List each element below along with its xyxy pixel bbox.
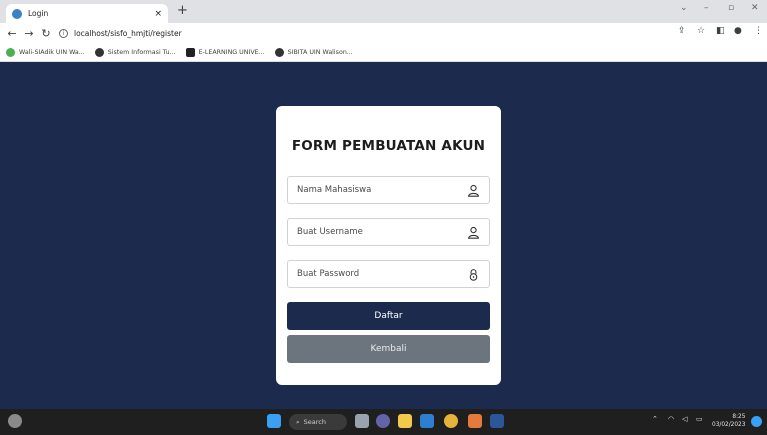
bookmark-item[interactable]: SIBITA UIN Walison... bbox=[274, 47, 353, 57]
new-tab-button[interactable]: + bbox=[177, 4, 188, 18]
url-field[interactable]: i localhost/sisfo_hmjti/register bbox=[59, 28, 182, 38]
volume-icon[interactable]: ◁ bbox=[682, 415, 687, 423]
sidebar-icon[interactable]: ◧ bbox=[716, 26, 725, 36]
bookmarks-bar: Wali-SIAdik UIN Wa... Sistem Informasi T… bbox=[0, 43, 767, 62]
weather-icon[interactable] bbox=[8, 414, 22, 428]
maximize-icon[interactable]: ▫ bbox=[728, 3, 734, 13]
share-icon[interactable]: ⇪ bbox=[678, 26, 686, 36]
browser-tab-bar: Login × + ⌄ – ▫ ✕ bbox=[0, 0, 767, 23]
bookmark-label: E-LEARNING UNIVE... bbox=[198, 48, 265, 56]
browser-tab[interactable]: Login × bbox=[6, 4, 168, 23]
bookmark-item[interactable]: E-LEARNING UNIVE... bbox=[185, 47, 265, 57]
tray-chevron-icon[interactable]: ⌃ bbox=[652, 415, 658, 423]
bookmark-item[interactable]: Wali-SIAdik UIN Wa... bbox=[6, 47, 85, 57]
bookmark-favicon-icon bbox=[6, 47, 15, 57]
clock[interactable]: 8:25 03/02/2023 bbox=[712, 413, 745, 429]
reload-icon[interactable]: ↻ bbox=[41, 27, 51, 40]
close-window-icon[interactable]: ✕ bbox=[751, 3, 759, 13]
username-input[interactable] bbox=[297, 227, 466, 237]
taskbar-search[interactable]: ⌕ Search bbox=[289, 414, 347, 430]
file-explorer-icon[interactable] bbox=[398, 414, 412, 428]
search-icon: ⌕ bbox=[296, 417, 300, 426]
register-card: FORM PEMBUATAN AKUN Daftar Kembali bbox=[276, 106, 501, 385]
address-bar: ← → ↻ i localhost/sisfo_hmjti/register bbox=[0, 23, 767, 43]
register-button[interactable]: Daftar bbox=[287, 302, 490, 330]
minimize-icon[interactable]: – bbox=[704, 3, 709, 13]
tab-search-icon[interactable]: ⌄ bbox=[680, 3, 688, 13]
taskbar: ⌕ Search ⌃ ◠ ◁ ▭ 8:25 03/02/2023 bbox=[0, 409, 767, 435]
lock-icon bbox=[466, 267, 480, 281]
task-view-icon[interactable] bbox=[355, 414, 369, 428]
name-input[interactable] bbox=[297, 185, 466, 195]
back-icon[interactable]: ← bbox=[7, 27, 17, 40]
tab-close-icon[interactable]: × bbox=[154, 9, 162, 19]
bookmark-favicon-icon bbox=[274, 47, 284, 57]
chrome-icon[interactable] bbox=[444, 414, 458, 428]
store-icon[interactable] bbox=[420, 414, 434, 428]
start-icon[interactable] bbox=[267, 414, 281, 428]
username-field[interactable] bbox=[287, 218, 490, 246]
chat-icon[interactable] bbox=[376, 414, 390, 428]
back-button[interactable]: Kembali bbox=[287, 335, 490, 363]
password-input[interactable] bbox=[297, 269, 466, 279]
bookmark-label: Wali-SIAdik UIN Wa... bbox=[19, 48, 85, 56]
menu-icon[interactable]: ⋮ bbox=[754, 26, 763, 36]
bookmark-favicon-icon bbox=[185, 47, 195, 57]
name-field[interactable] bbox=[287, 176, 490, 204]
clock-time: 8:25 bbox=[732, 414, 746, 420]
forward-icon[interactable]: → bbox=[24, 27, 34, 40]
url-text: localhost/sisfo_hmjti/register bbox=[74, 28, 182, 38]
notification-icon[interactable] bbox=[751, 416, 762, 427]
site-info-icon[interactable]: i bbox=[59, 28, 68, 38]
password-field[interactable] bbox=[287, 260, 490, 288]
search-label: Search bbox=[303, 418, 326, 426]
clock-date: 03/02/2023 bbox=[712, 422, 746, 428]
battery-icon[interactable]: ▭ bbox=[696, 415, 703, 423]
wifi-icon[interactable]: ◠ bbox=[668, 415, 674, 423]
user-icon bbox=[466, 183, 480, 197]
profile-avatar-icon[interactable]: ● bbox=[734, 26, 742, 36]
form-title: FORM PEMBUATAN AKUN bbox=[291, 138, 486, 154]
bookmark-label: SIBITA UIN Walison... bbox=[287, 48, 353, 56]
bookmark-label: Sistem Informasi Tu... bbox=[107, 48, 176, 56]
bookmark-favicon-icon bbox=[94, 47, 104, 57]
user-icon bbox=[466, 225, 480, 239]
favicon-icon bbox=[12, 8, 22, 19]
bookmark-item[interactable]: Sistem Informasi Tu... bbox=[94, 47, 176, 57]
tab-title: Login bbox=[28, 9, 49, 18]
bookmark-star-icon[interactable]: ☆ bbox=[697, 26, 705, 36]
app-icon[interactable] bbox=[468, 414, 482, 428]
word-icon[interactable] bbox=[490, 414, 504, 428]
